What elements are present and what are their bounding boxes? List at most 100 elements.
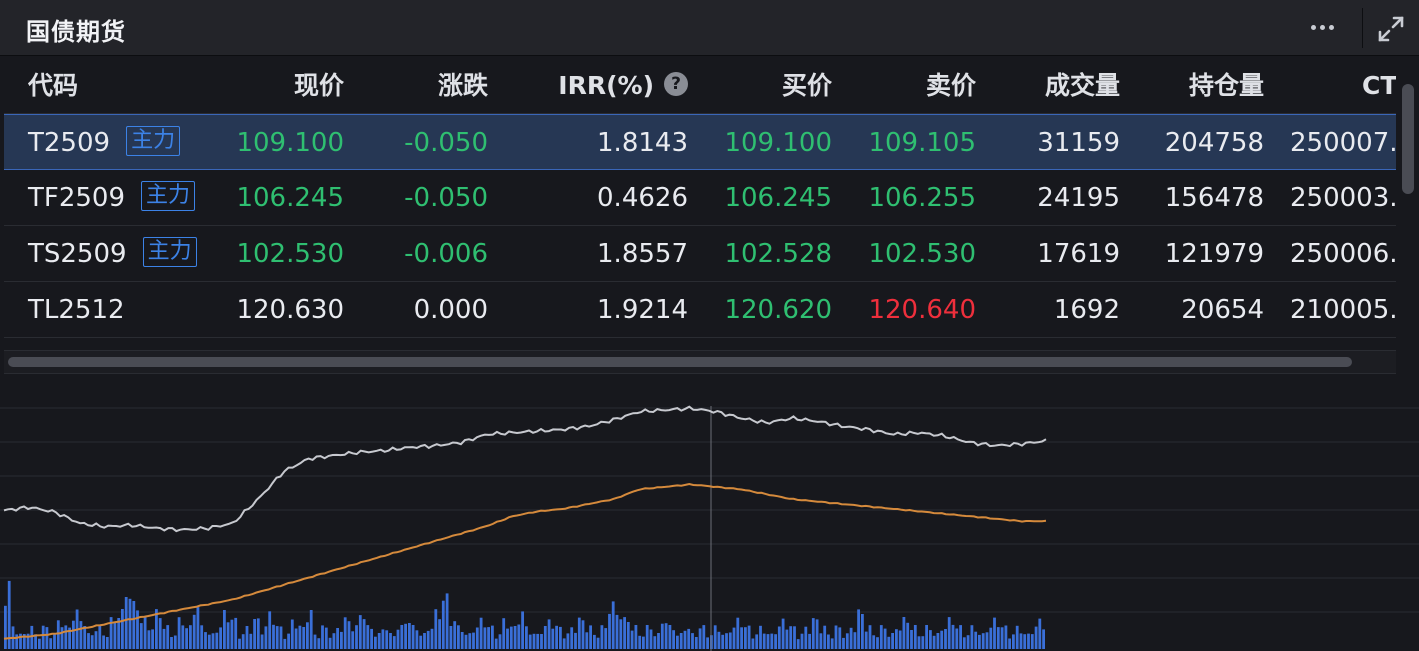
table-row[interactable]: TS2509 主力 102.530 -0.006 1.8557 102.528 102.53… bbox=[4, 226, 1396, 282]
volume-bar bbox=[381, 629, 385, 649]
help-icon[interactable]: ? bbox=[664, 72, 688, 96]
cell-ask: 109.105 bbox=[868, 128, 976, 158]
volume-bar bbox=[1012, 634, 1015, 649]
volume-bar bbox=[891, 633, 894, 649]
volume-bar bbox=[105, 637, 109, 649]
cell-change: -0.006 bbox=[404, 239, 488, 269]
volume-bar bbox=[804, 626, 808, 649]
volume-bar bbox=[551, 628, 555, 649]
col-header-code[interactable]: 代码 bbox=[28, 58, 78, 114]
table-header-row: 代码 现价 涨跌 IRR(%)? 买价 卖价 成交量 持仓量 CT bbox=[4, 58, 1396, 114]
col-header-ct[interactable]: CT bbox=[1362, 58, 1396, 114]
volume-bar bbox=[79, 621, 83, 649]
volume-bar bbox=[498, 634, 502, 649]
table-row[interactable]: TF2509 主力 106.245 -0.050 0.4626 106.245 106.25… bbox=[4, 170, 1396, 226]
vertical-scroll-thumb[interactable] bbox=[1402, 84, 1414, 194]
volume-bar bbox=[279, 626, 283, 649]
volume-bar bbox=[472, 632, 475, 649]
volume-bar bbox=[336, 628, 339, 649]
volume-bar bbox=[249, 633, 253, 649]
more-button[interactable] bbox=[1300, 10, 1344, 44]
volume-bar bbox=[460, 632, 464, 649]
volume-bar bbox=[562, 638, 566, 649]
volume-bar bbox=[932, 635, 936, 649]
volume-bar bbox=[94, 631, 98, 649]
volume-bar bbox=[732, 627, 736, 649]
volume-bar bbox=[162, 628, 166, 649]
volume-bar bbox=[377, 633, 381, 649]
volume-bar bbox=[404, 623, 407, 649]
volume-bar bbox=[604, 628, 608, 649]
price-line bbox=[3, 405, 1047, 533]
volume-bar bbox=[370, 628, 373, 649]
table-row-partial bbox=[4, 338, 1396, 348]
col-header-irr-label: IRR(%) bbox=[558, 71, 654, 100]
volume-bar bbox=[966, 635, 970, 649]
cell-change: -0.050 bbox=[404, 128, 488, 158]
volume-bar bbox=[728, 632, 732, 649]
volume-bar bbox=[1000, 627, 1004, 649]
volume-bar bbox=[102, 635, 105, 649]
volume-bar bbox=[321, 625, 324, 649]
col-header-price[interactable]: 现价 bbox=[294, 58, 344, 114]
col-header-irr[interactable]: IRR(%)? bbox=[558, 58, 688, 114]
col-header-volume[interactable]: 成交量 bbox=[1045, 58, 1120, 114]
volume-bar bbox=[441, 600, 445, 649]
volume-bar bbox=[868, 625, 872, 649]
volume-bar bbox=[702, 625, 706, 649]
cell-change: 0.000 bbox=[413, 295, 488, 325]
volume-bar bbox=[181, 625, 185, 649]
volume-bar bbox=[494, 638, 498, 649]
vertical-scrollbar[interactable] bbox=[1398, 58, 1418, 374]
main-contract-badge: 主力 bbox=[126, 125, 181, 156]
table-row[interactable]: TL2512 120.630 0.000 1.9214 120.620 120.640 16… bbox=[4, 282, 1396, 338]
col-header-bid[interactable]: 买价 bbox=[782, 58, 832, 114]
expand-button[interactable] bbox=[1374, 12, 1408, 46]
volume-bar bbox=[619, 619, 623, 649]
volume-bar bbox=[770, 633, 774, 649]
volume-bar bbox=[1004, 625, 1008, 649]
volume-bar bbox=[287, 633, 290, 649]
horizontal-scroll-thumb[interactable] bbox=[8, 357, 1352, 367]
cell-volume: 17619 bbox=[1037, 239, 1120, 269]
col-header-open-interest[interactable]: 持仓量 bbox=[1189, 58, 1264, 114]
volume-bar bbox=[347, 621, 351, 649]
table-row[interactable]: T2509 主力 109.100 -0.050 1.8143 109.100 109.105… bbox=[4, 114, 1396, 170]
volume-bar bbox=[1030, 634, 1034, 649]
volume-bar bbox=[362, 619, 366, 649]
volume-bar bbox=[929, 630, 932, 649]
volume-bar bbox=[426, 630, 430, 649]
volume-bar bbox=[660, 623, 664, 649]
volume-bar bbox=[970, 625, 974, 649]
volume-bar bbox=[547, 619, 551, 649]
cell-open-interest: 20654 bbox=[1181, 295, 1264, 325]
volume-bar bbox=[513, 626, 517, 649]
volume-bar bbox=[611, 601, 615, 649]
volume-bar bbox=[196, 607, 200, 649]
volume-bar bbox=[600, 625, 604, 649]
volume-bar bbox=[313, 634, 317, 649]
volume-bar bbox=[306, 622, 309, 649]
col-header-change[interactable]: 涨跌 bbox=[438, 58, 488, 114]
volume-bar bbox=[234, 617, 238, 649]
volume-bar bbox=[895, 629, 898, 649]
col-header-ask[interactable]: 卖价 bbox=[926, 58, 976, 114]
volume-bar bbox=[223, 610, 226, 649]
volume-bar bbox=[408, 623, 411, 649]
volume-bar bbox=[913, 625, 917, 649]
volume-bar bbox=[823, 625, 827, 649]
main-contract-badge: 主力 bbox=[142, 236, 197, 267]
volume-bar bbox=[785, 629, 789, 649]
volume-bar bbox=[925, 625, 928, 649]
volume-bar bbox=[260, 634, 264, 649]
cell-irr: 1.8143 bbox=[597, 128, 688, 158]
volume-bar bbox=[192, 614, 196, 649]
volume-bar bbox=[83, 626, 87, 649]
volume-bar bbox=[974, 631, 978, 649]
horizontal-scrollbar[interactable] bbox=[4, 350, 1396, 374]
volume-bar bbox=[173, 635, 177, 649]
volume-bar bbox=[41, 625, 45, 649]
cell-price: 109.100 bbox=[236, 128, 344, 158]
cell-code: TL2512 bbox=[28, 282, 125, 338]
cell-open-interest: 204758 bbox=[1164, 128, 1264, 158]
